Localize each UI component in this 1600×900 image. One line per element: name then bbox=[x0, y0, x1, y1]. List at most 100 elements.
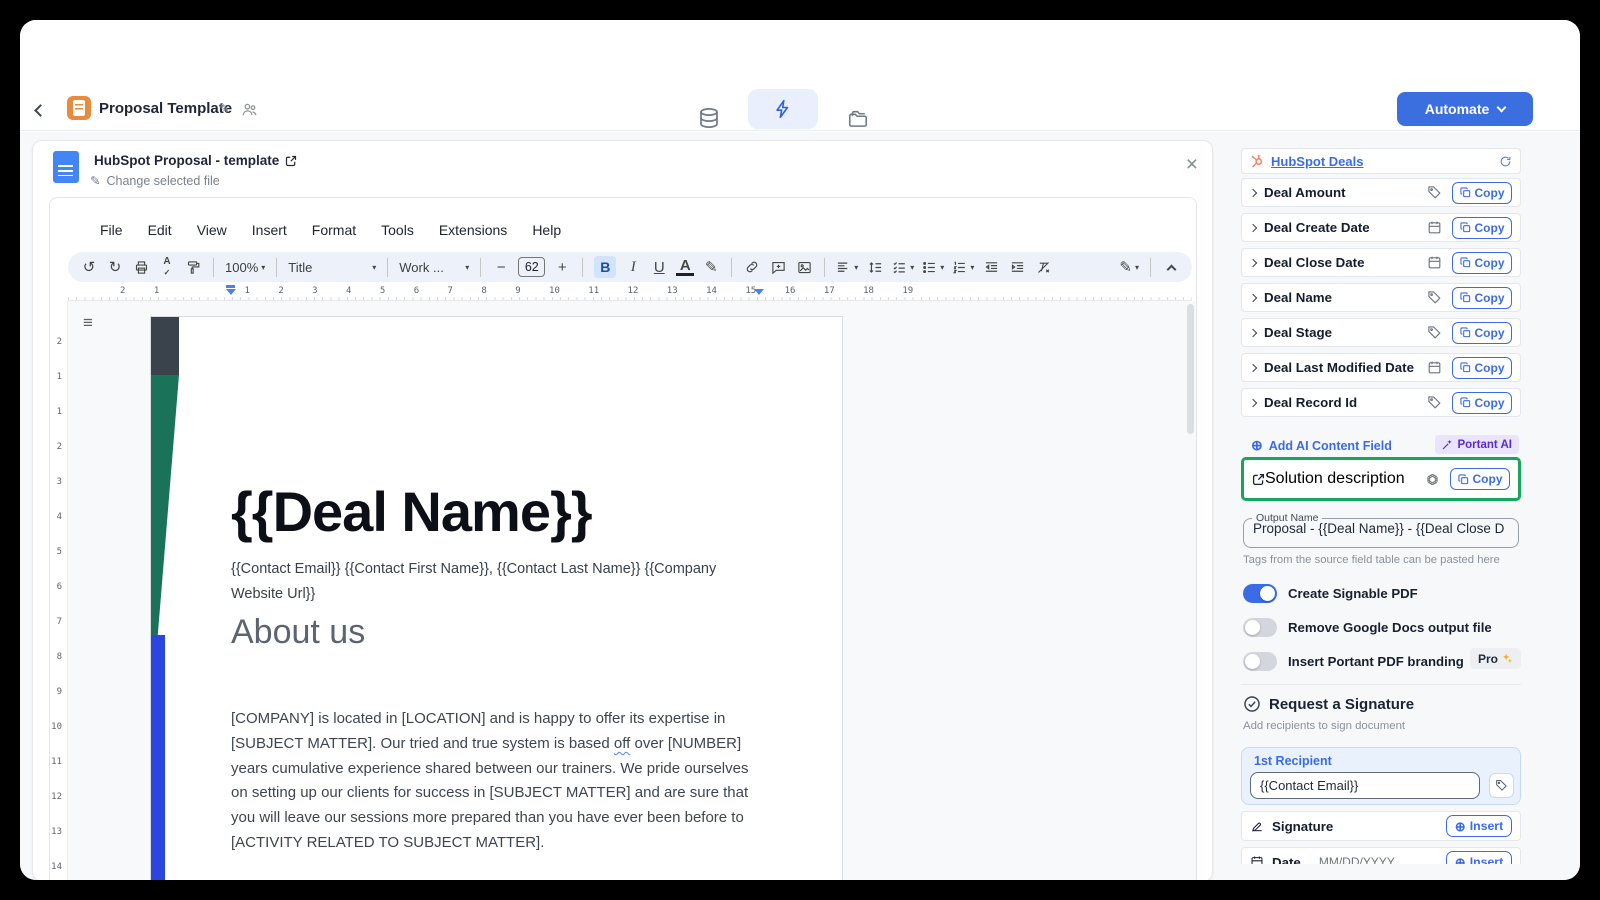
numbered-list-button[interactable]: ▾ bbox=[952, 256, 974, 278]
date-format-value[interactable]: MM/DD/YYYY bbox=[1319, 855, 1395, 864]
linked-file-title[interactable]: HubSpot Proposal - template bbox=[94, 153, 297, 168]
expand-chevron-icon[interactable] bbox=[1249, 363, 1257, 371]
output-name-value[interactable]: Proposal - {{Deal Name}} - {{Deal Close … bbox=[1244, 521, 1518, 536]
expand-chevron-icon[interactable] bbox=[1249, 188, 1257, 196]
highlight-color-icon[interactable]: ✎ bbox=[702, 256, 720, 278]
expand-chevron-icon[interactable] bbox=[1249, 258, 1257, 266]
close-icon[interactable]: × bbox=[1186, 155, 1198, 175]
portant-ai-badge[interactable]: Portant AI bbox=[1435, 435, 1519, 454]
italic-button[interactable]: I bbox=[624, 256, 642, 278]
decrease-indent-icon[interactable] bbox=[982, 256, 1000, 278]
field-row[interactable]: Deal Record Id Copy bbox=[1241, 388, 1521, 417]
copy-button[interactable]: Copy bbox=[1450, 468, 1510, 490]
editing-mode-button[interactable]: ✎▾ bbox=[1119, 256, 1139, 278]
paint-format-icon[interactable] bbox=[184, 256, 202, 278]
menu-extensions[interactable]: Extensions bbox=[439, 222, 507, 238]
insert-date-button[interactable]: ⊕Insert bbox=[1446, 851, 1512, 864]
left-indent-marker[interactable] bbox=[226, 289, 236, 295]
main-area: HubSpot Proposal - template ✎ Change sel… bbox=[20, 132, 1580, 880]
change-selected-file[interactable]: ✎ Change selected file bbox=[90, 173, 220, 188]
chevron-down-icon: ▾ bbox=[261, 263, 265, 272]
menu-edit[interactable]: Edit bbox=[148, 222, 172, 238]
print-icon[interactable] bbox=[132, 256, 150, 278]
bulleted-list-button[interactable]: ▾ bbox=[922, 256, 944, 278]
external-link-icon[interactable] bbox=[1252, 473, 1265, 486]
misspelled-word: off bbox=[614, 735, 630, 752]
team-share-icon[interactable] bbox=[241, 101, 258, 118]
add-comment-icon[interactable] bbox=[769, 256, 787, 278]
horizontal-ruler: 2 1 1 2 3 4 5 6 7 8 9 10 11 12 13 14 15 … bbox=[68, 284, 1192, 301]
expand-chevron-icon[interactable] bbox=[1249, 223, 1257, 231]
page-title: Proposal Template bbox=[99, 100, 232, 117]
back-button[interactable] bbox=[36, 102, 45, 120]
field-row[interactable]: Deal Amount Copy bbox=[1241, 178, 1521, 207]
create-signable-pdf-toggle[interactable] bbox=[1243, 584, 1277, 603]
expand-chevron-icon[interactable] bbox=[1249, 328, 1257, 336]
field-row[interactable]: Deal Create Date Copy bbox=[1241, 213, 1521, 242]
undo-icon[interactable]: ↺ bbox=[80, 256, 98, 278]
refresh-icon[interactable] bbox=[1499, 155, 1512, 168]
rename-pencil-icon[interactable]: ✎ bbox=[218, 100, 230, 117]
remove-gdocs-output-toggle[interactable] bbox=[1243, 618, 1277, 637]
lightning-icon bbox=[773, 99, 793, 119]
font-select[interactable]: Work ...▾ bbox=[399, 256, 469, 278]
insert-signature-button[interactable]: ⊕Insert bbox=[1446, 815, 1512, 837]
zoom-select[interactable]: 100%▾ bbox=[225, 256, 265, 278]
menu-tools[interactable]: Tools bbox=[381, 222, 414, 238]
expand-chevron-icon[interactable] bbox=[1249, 398, 1257, 406]
copy-button[interactable]: Copy bbox=[1452, 357, 1512, 379]
right-indent-marker[interactable] bbox=[754, 289, 764, 295]
copy-button[interactable]: Copy bbox=[1452, 182, 1512, 204]
spellcheck-icon[interactable]: A✓ bbox=[158, 256, 176, 278]
increase-font-icon[interactable]: + bbox=[553, 256, 571, 278]
copy-button[interactable]: Copy bbox=[1452, 392, 1512, 414]
docs-scrollbar-thumb[interactable] bbox=[1187, 304, 1194, 434]
decrease-font-icon[interactable]: − bbox=[492, 256, 510, 278]
copy-button[interactable]: Copy bbox=[1452, 322, 1512, 344]
output-name-field[interactable]: Output Name Proposal - {{Deal Name}} - {… bbox=[1243, 512, 1519, 548]
recipient-email-input[interactable] bbox=[1250, 772, 1480, 799]
output-folder-tab-icon[interactable] bbox=[847, 108, 869, 130]
underline-button[interactable]: U bbox=[650, 256, 668, 278]
menu-view[interactable]: View bbox=[197, 222, 227, 238]
automate-button[interactable]: Automate bbox=[1397, 92, 1533, 126]
chevron-down-icon: ▾ bbox=[854, 263, 858, 272]
field-row[interactable]: Deal Close Date Copy bbox=[1241, 248, 1521, 277]
data-source-tab-icon[interactable] bbox=[698, 107, 720, 129]
menu-insert[interactable]: Insert bbox=[252, 222, 287, 238]
insert-link-icon[interactable] bbox=[743, 256, 761, 278]
redo-icon[interactable]: ↻ bbox=[106, 256, 124, 278]
insert-image-icon[interactable] bbox=[795, 256, 813, 278]
checklist-button[interactable]: ▾ bbox=[892, 256, 914, 278]
insert-branding-toggle[interactable] bbox=[1243, 652, 1277, 671]
font-size-input[interactable]: 62 bbox=[518, 257, 545, 277]
menu-help[interactable]: Help bbox=[532, 222, 561, 238]
document-outline-icon[interactable]: ≡ bbox=[83, 313, 93, 333]
hubspot-deals-link[interactable]: HubSpot Deals bbox=[1271, 154, 1363, 169]
first-line-indent-marker[interactable] bbox=[226, 285, 235, 288]
paragraph-style-select[interactable]: Title▾ bbox=[288, 256, 376, 278]
ai-field-row[interactable]: Solution description Copy bbox=[1246, 462, 1516, 496]
field-row[interactable]: Deal Name Copy bbox=[1241, 283, 1521, 312]
workflow-tab-active[interactable] bbox=[748, 89, 818, 129]
insert-tag-button[interactable] bbox=[1489, 773, 1514, 798]
collapse-toolbar-button[interactable] bbox=[1162, 256, 1180, 278]
chevron-down-icon: ▾ bbox=[465, 263, 469, 272]
clear-formatting-icon[interactable] bbox=[1034, 256, 1052, 278]
field-row[interactable]: Deal Stage Copy bbox=[1241, 318, 1521, 347]
copy-button[interactable]: Copy bbox=[1452, 217, 1512, 239]
align-button[interactable]: ▾ bbox=[836, 256, 858, 278]
increase-indent-icon[interactable] bbox=[1008, 256, 1026, 278]
field-row[interactable]: Deal Last Modified Date Copy bbox=[1241, 353, 1521, 382]
menu-format[interactable]: Format bbox=[312, 222, 356, 238]
line-spacing-icon[interactable] bbox=[866, 256, 884, 278]
bold-button-active[interactable]: B bbox=[594, 256, 616, 278]
copy-button[interactable]: Copy bbox=[1452, 287, 1512, 309]
text-color-button[interactable]: A bbox=[676, 258, 694, 276]
copy-button[interactable]: Copy bbox=[1452, 252, 1512, 274]
document-page[interactable]: {{Deal Name}} {{Contact Email}} {{Contac… bbox=[150, 316, 843, 880]
add-ai-content-field[interactable]: ⊕ Add AI Content Field bbox=[1251, 437, 1392, 454]
menu-file[interactable]: File bbox=[100, 222, 123, 238]
request-signature-header: Request a Signature bbox=[1243, 695, 1414, 713]
expand-chevron-icon[interactable] bbox=[1249, 293, 1257, 301]
